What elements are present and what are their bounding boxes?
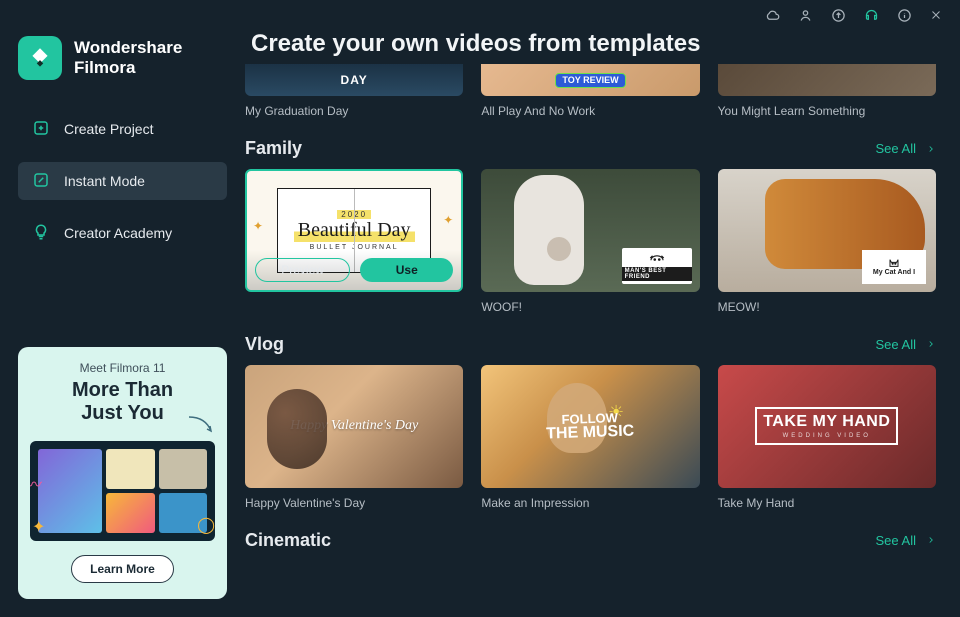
brand-line2: Filmora: [74, 58, 182, 78]
info-icon[interactable]: [897, 8, 912, 23]
template-caption: MEOW!: [718, 300, 936, 314]
preview-button[interactable]: Preview: [255, 258, 350, 282]
thumb-overlay: TOY REVIEW: [555, 73, 625, 88]
nav-label: Create Project: [64, 121, 153, 137]
plus-square-icon: [32, 119, 50, 140]
thumb-title: Beautiful Day: [294, 219, 415, 242]
nav-instant-mode[interactable]: Instant Mode: [18, 162, 227, 200]
thumb-badge: MAN'S BEST FRIEND: [622, 248, 692, 284]
template-card[interactable]: TOY REVIEW All Play And No Work: [481, 64, 699, 118]
chevron-right-icon: [926, 535, 936, 545]
template-card[interactable]: ☀ FOLLOW THE MUSIC Make an Impression: [481, 365, 699, 510]
magic-square-icon: [32, 171, 50, 192]
nav-creator-academy[interactable]: Creator Academy: [18, 214, 227, 252]
promo-media: 〰 ✦ ◯: [30, 441, 215, 541]
brand-logo: [18, 36, 62, 80]
template-card[interactable]: My Cat And I MEOW!: [718, 169, 936, 314]
upload-icon[interactable]: [831, 8, 846, 23]
titlebar: [0, 0, 960, 30]
nav-label: Instant Mode: [64, 173, 145, 189]
circle-doodle-icon: ◯: [197, 515, 215, 535]
cat-icon: [886, 257, 902, 269]
promo-tag: Meet Filmora 11: [30, 361, 215, 375]
cloud-icon[interactable]: [765, 8, 780, 23]
support-icon[interactable]: [864, 8, 879, 23]
user-icon[interactable]: [798, 8, 813, 23]
star-doodle-icon: ✦: [32, 517, 45, 537]
template-caption: My Graduation Day: [245, 104, 463, 118]
template-caption: Take My Hand: [718, 496, 936, 510]
content: Create your own videos from templates DA…: [245, 30, 960, 617]
see-all-cinematic[interactable]: See All: [876, 533, 936, 548]
promo-card: Meet Filmora 11 More ThanJust You 〰 ✦ ◯ …: [18, 347, 227, 599]
template-card[interactable]: TAKE MY HAND WEDDING VIDEO Take My Hand: [718, 365, 936, 510]
template-caption: WOOF!: [481, 300, 699, 314]
template-card[interactable]: Happy Valentine's Day Happy Valentine's …: [245, 365, 463, 510]
thumb-year: 2020: [337, 210, 371, 219]
section-title-vlog: Vlog: [245, 334, 284, 355]
arrow-doodle-icon: [187, 415, 217, 443]
brand: Wondershare Filmora: [18, 36, 227, 80]
template-caption: Make an Impression: [481, 496, 699, 510]
template-card[interactable]: MAN'S BEST FRIEND WOOF!: [481, 169, 699, 314]
template-caption: All Play And No Work: [481, 104, 699, 118]
see-all-vlog[interactable]: See All: [876, 337, 936, 352]
use-button[interactable]: Use: [360, 258, 453, 282]
squiggle-icon: 〰: [30, 471, 42, 495]
page-title: Create your own videos from templates: [251, 30, 936, 58]
brand-line1: Wondershare: [74, 38, 182, 58]
template-caption: You Might Learn Something: [718, 104, 936, 118]
template-card[interactable]: DAY My Graduation Day: [245, 64, 463, 118]
bulb-icon: [32, 223, 50, 244]
thumb-text: TAKE MY HAND WEDDING VIDEO: [755, 407, 898, 445]
chevron-right-icon: [926, 339, 936, 349]
close-icon[interactable]: [930, 9, 942, 21]
section-title-cinematic: Cinematic: [245, 530, 331, 551]
promo-title: More ThanJust You: [30, 379, 215, 425]
section-title-family: Family: [245, 138, 302, 159]
see-all-family[interactable]: See All: [876, 141, 936, 156]
chevron-right-icon: [926, 144, 936, 154]
promo-learn-more-button[interactable]: Learn More: [71, 555, 174, 583]
nav-create-project[interactable]: Create Project: [18, 110, 227, 148]
thumb-overlay: DAY: [341, 73, 368, 87]
template-card[interactable]: You Might Learn Something: [718, 64, 936, 118]
nav-label: Creator Academy: [64, 225, 172, 241]
dog-icon: [648, 251, 666, 265]
template-caption: Happy Valentine's Day: [245, 496, 463, 510]
thumb-badge: My Cat And I: [862, 250, 926, 284]
sidebar: Wondershare Filmora Create Project Insta…: [0, 30, 245, 617]
thumb-text: FOLLOW THE MUSIC: [546, 410, 635, 442]
template-card[interactable]: ✦ ✦ 2020 Beautiful Day BULLET JOURNAL Pr…: [245, 169, 463, 314]
